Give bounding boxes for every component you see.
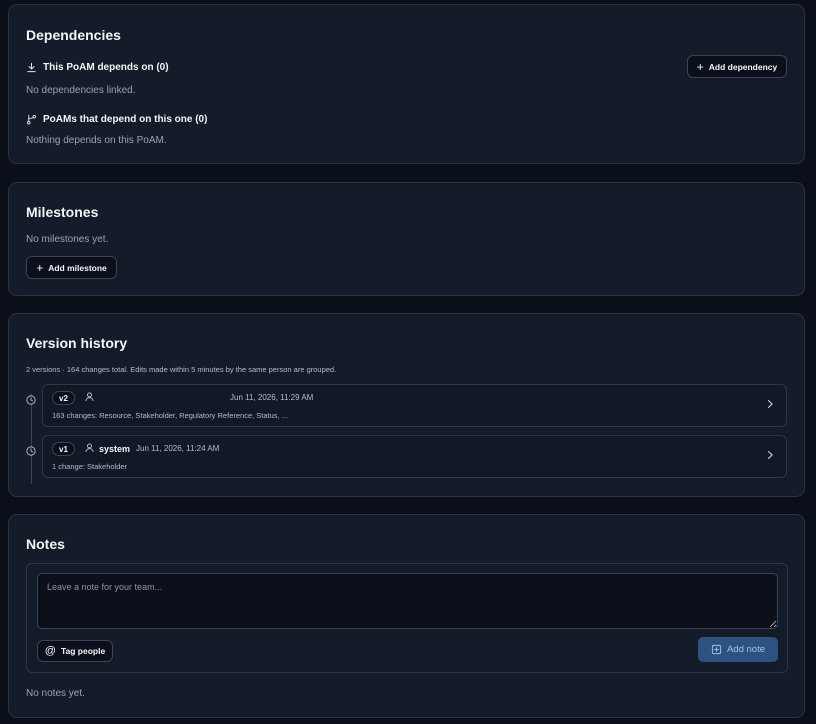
tag-people-button[interactable]: @ Tag people <box>37 640 113 662</box>
milestones-empty: No milestones yet. <box>26 234 109 245</box>
user-icon <box>85 392 94 402</box>
note-composer: @ Tag people Add note <box>26 563 788 673</box>
history-icon <box>26 395 36 405</box>
version-item-v1[interactable]: v1 system Jun 11, 2026, 11:24 AM 1 chang… <box>42 435 787 478</box>
notes-card: Notes @ Tag people Add note No notes yet… <box>8 514 805 718</box>
depends-on-heading: This PoAM depends on (0) <box>26 62 169 73</box>
dependents-heading-label: PoAMs that depend on this one (0) <box>43 114 208 125</box>
chevron-right-icon <box>767 399 773 409</box>
version-changes: 1 change: Stakeholder <box>52 462 128 471</box>
milestones-card: Milestones No milestones yet. + Add mile… <box>8 182 805 296</box>
dependencies-title: Dependencies <box>26 27 121 43</box>
add-dependency-button[interactable]: + Add dependency <box>687 55 787 78</box>
milestones-title: Milestones <box>26 204 99 220</box>
depends-on-empty: No dependencies linked. <box>26 85 136 96</box>
history-icon <box>26 446 36 456</box>
branch-icon <box>27 114 36 125</box>
timeline-line <box>31 394 32 484</box>
version-history-title: Version history <box>26 335 128 351</box>
tag-people-label: Tag people <box>60 646 106 656</box>
note-input[interactable] <box>37 573 778 629</box>
version-history-summary: 2 versions · 164 changes total. Edits ma… <box>26 365 337 374</box>
version-history-card: Version history 2 versions · 164 changes… <box>8 313 805 497</box>
version-date: Jun 11, 2026, 11:24 AM <box>136 444 220 453</box>
version-changes: 163 changes: Resource, Stakeholder, Regu… <box>52 411 288 420</box>
add-milestone-button[interactable]: + Add milestone <box>26 256 117 279</box>
version-item-v2[interactable]: v2 Jun 11, 2026, 11:29 AM 163 changes: R… <box>42 384 787 427</box>
at-icon: @ <box>44 645 56 657</box>
notes-empty: No notes yet. <box>26 688 85 699</box>
add-dependency-label: Add dependency <box>708 61 778 72</box>
plus-icon: + <box>696 59 704 74</box>
user-icon <box>85 443 94 453</box>
download-icon <box>27 62 36 73</box>
depends-on-heading-label: This PoAM depends on (0) <box>43 62 169 73</box>
version-author: system <box>99 444 131 454</box>
version-date: Jun 11, 2026, 11:29 AM <box>230 393 314 402</box>
notes-title: Notes <box>26 536 65 552</box>
dependents-heading: PoAMs that depend on this one (0) <box>26 114 207 125</box>
plus-icon: + <box>36 260 44 275</box>
add-note-label: Add note <box>726 644 766 655</box>
version-badge: v2 <box>52 391 75 405</box>
version-badge: v1 <box>52 442 75 456</box>
add-note-button[interactable]: Add note <box>698 637 778 662</box>
chevron-right-icon <box>767 450 773 460</box>
add-milestone-label: Add milestone <box>48 262 107 273</box>
dependents-empty: Nothing depends on this PoAM. <box>26 135 167 146</box>
message-plus-icon <box>711 644 722 655</box>
dependencies-card: Dependencies This PoAM depends on (0) + … <box>8 4 805 164</box>
